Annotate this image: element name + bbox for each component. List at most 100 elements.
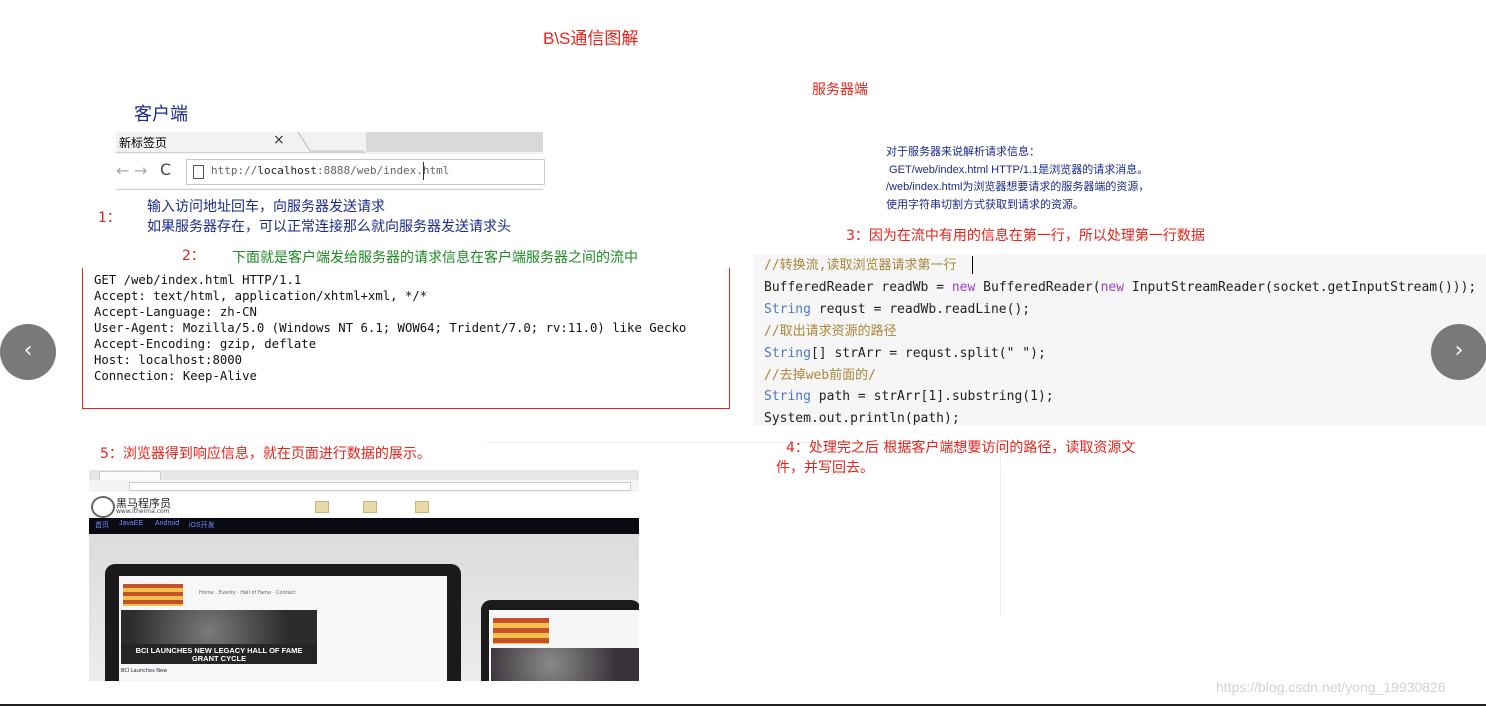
code-line: String requst = readWb.readLine(); — [764, 299, 1476, 321]
code-type: String — [764, 301, 811, 317]
step4-line1: 4：处理完之后 根据客户端想要访问的路径，读取资源文 — [786, 440, 1136, 456]
chevron-left-icon: ‹ — [23, 338, 33, 363]
request-line: User-Agent: Mozilla/5.0 (Windows NT 6.1;… — [94, 321, 687, 335]
code-line: BufferedReader readWb = new BufferedRead… — [764, 277, 1476, 299]
server-info-line: /web/index.html为浏览器想要请求的服务器端的资源， — [886, 181, 1150, 193]
code-comment: //转换流,读取浏览器请求第一行 — [764, 258, 957, 273]
hero-image: BCI LAUNCHES NEW LEGACY HALL OF FAME GRA… — [121, 610, 317, 664]
browser-toolbar: ← → C http://localhost:8888/web/index.ht… — [116, 154, 545, 188]
code-block: //转换流,读取浏览器请求第一行 BufferedReader readWb = … — [753, 254, 1486, 426]
code-line: //去掉web前面的/ — [764, 365, 1476, 387]
code-type: String — [764, 345, 811, 361]
hero-title: BCI LAUNCHES NEW LEGACY HALL OF FAME GRA… — [135, 646, 303, 663]
site-nav-link[interactable]: JavaEE — [119, 520, 143, 527]
reload-icon[interactable]: C — [160, 160, 171, 179]
step3-text: 3：因为在流中有用的信息在第一行，所以处理第一行数据 — [846, 228, 1205, 244]
code-line: //取出请求资源的路径 — [764, 321, 1476, 343]
request-lines: GET /web/index.html HTTP/1.1 Accept: text… — [94, 272, 686, 384]
tablet-device — [481, 600, 639, 681]
code-text: BufferedReader( — [975, 279, 1101, 295]
hero-caption: BCI LAUNCHES NEW LEGACY HALL OF FAME GRA… — [121, 644, 317, 664]
site-body: Home · Events · Hall of Fame · Contact B… — [89, 534, 639, 681]
close-icon[interactable]: × — [273, 132, 285, 148]
code-caret — [972, 256, 973, 274]
site-tab-bar — [89, 470, 639, 480]
code-type: BufferedReader — [764, 279, 874, 295]
request-line: GET /web/index.html HTTP/1.1 — [94, 273, 302, 287]
badge-icon — [363, 501, 377, 513]
step1-line2: 如果服务器存在，可以正常连接那么就向服务器发送请求头 — [147, 219, 511, 235]
request-message-box: GET /web/index.html HTTP/1.1 Accept: text… — [82, 268, 730, 409]
code-text: InputStreamReader(socket.getInputStream(… — [1124, 279, 1477, 295]
watermark: https://blog.csdn.net/yong_19930826 — [1216, 679, 1446, 695]
browser-tab[interactable]: 新标签页 × — [116, 132, 296, 153]
code-keyword: new — [1100, 279, 1125, 295]
site-nav: 首页 JavaEE Android iOS开发 — [89, 518, 639, 534]
server-info-line: 对于服务器来说解析请求信息： — [886, 146, 1040, 158]
code-keyword: new — [951, 279, 976, 295]
step5-text: 5：浏览器得到响应信息，就在页面进行数据的展示。 — [100, 446, 431, 462]
url-prefix: http:// — [211, 164, 258, 177]
badge-icon — [315, 501, 329, 513]
logo-icon — [91, 496, 115, 518]
request-line: Host: localhost:8000 — [94, 353, 243, 367]
site-tab — [99, 471, 161, 480]
laptop-nav: Home · Events · Hall of Fame · Contact — [199, 590, 296, 596]
back-arrow-icon[interactable]: ← — [116, 161, 129, 180]
new-tab-button[interactable] — [296, 131, 366, 153]
event-logo — [123, 584, 183, 606]
code-line: System.out.println(path); — [764, 408, 1476, 430]
address-bar[interactable]: http://localhost:8888/web/index.html — [186, 159, 545, 185]
step1-number: 1： — [98, 210, 121, 226]
new-tab-shape-icon — [297, 131, 364, 152]
laptop-device: Home · Events · Hall of Fame · Contact B… — [105, 564, 461, 681]
next-slide-button[interactable]: › — [1431, 324, 1486, 380]
browser-window: 新标签页 × ← → C http://localhost:8888/web/i… — [116, 131, 545, 190]
address-url: http://localhost:8888/web/index.html — [211, 164, 449, 177]
code-line: String[] strArr = requst.split(" "); — [764, 343, 1476, 365]
badge-icon — [415, 501, 429, 513]
server-info: 对于服务器来说解析请求信息： GET/web/index.html HTTP/1… — [886, 144, 1149, 214]
code-comment: //去掉web前面的/ — [764, 367, 876, 383]
code-text: System.out.println(path); — [764, 411, 960, 427]
tab-strip — [366, 132, 543, 152]
forward-arrow-icon[interactable]: → — [134, 161, 147, 180]
diagram-title: B\S通信图解 — [543, 29, 639, 48]
url-rest: :8888/web/index.html — [316, 164, 450, 177]
event-logo — [493, 618, 549, 644]
site-address-box — [129, 482, 631, 491]
server-info-line: GET/web/index.html HTTP/1.1是浏览器的请求消息。 — [886, 163, 1149, 176]
request-line: Connection: Keep-Alive — [94, 369, 257, 383]
previous-slide-button[interactable]: ‹ — [0, 324, 56, 380]
website-screenshot: 黑马程序员 www.itheima.com 首页 JavaEE Android … — [89, 470, 639, 681]
divider-line-vertical — [1000, 440, 1001, 616]
site-logo-sub: www.itheima.com — [116, 508, 170, 515]
site-header: 黑马程序员 www.itheima.com — [89, 492, 639, 518]
laptop-screen: Home · Events · Hall of Fame · Contact B… — [119, 576, 447, 681]
step4-line2: 件，并写回去。 — [776, 460, 874, 476]
code-line: //转换流,读取浏览器请求第一行 — [764, 255, 1476, 277]
code-text: requst = readWb.readLine(); — [810, 301, 1031, 317]
code-text: [] strArr = requst.split(" "); — [810, 345, 1046, 361]
site-nav-link[interactable]: 首页 — [95, 520, 109, 530]
site-nav-link[interactable]: iOS开发 — [189, 520, 215, 530]
hero-foot: BCI Launches New — [121, 668, 168, 674]
tablet-screen — [489, 610, 639, 681]
request-line: Accept: text/html, application/xhtml+xml… — [94, 289, 428, 303]
url-host: localhost — [257, 164, 317, 177]
client-label: 客户端 — [134, 104, 188, 124]
hero-image — [491, 648, 639, 681]
code-line: String path = strArr[1].substring(1); — [764, 386, 1476, 408]
code-lines: //转换流,读取浏览器请求第一行 BufferedReader readWb = … — [764, 255, 1476, 430]
request-line: Accept-Language: zh-CN — [94, 305, 257, 319]
server-info-line: 使用字符串切割方式获取到请求的资源。 — [886, 198, 1084, 211]
site-nav-link[interactable]: Android — [155, 520, 179, 527]
code-text: readWb = — [873, 279, 952, 295]
code-type: String — [764, 389, 811, 405]
text-cursor — [423, 162, 424, 180]
page-icon — [193, 165, 204, 179]
step2-number: 2： — [182, 248, 205, 264]
code-text: path = strArr[1].substring(1); — [810, 389, 1054, 405]
server-label: 服务器端 — [812, 81, 868, 97]
step2-text: 下面就是客户端发给服务器的请求信息在客户端服务器之间的流中 — [232, 250, 638, 266]
